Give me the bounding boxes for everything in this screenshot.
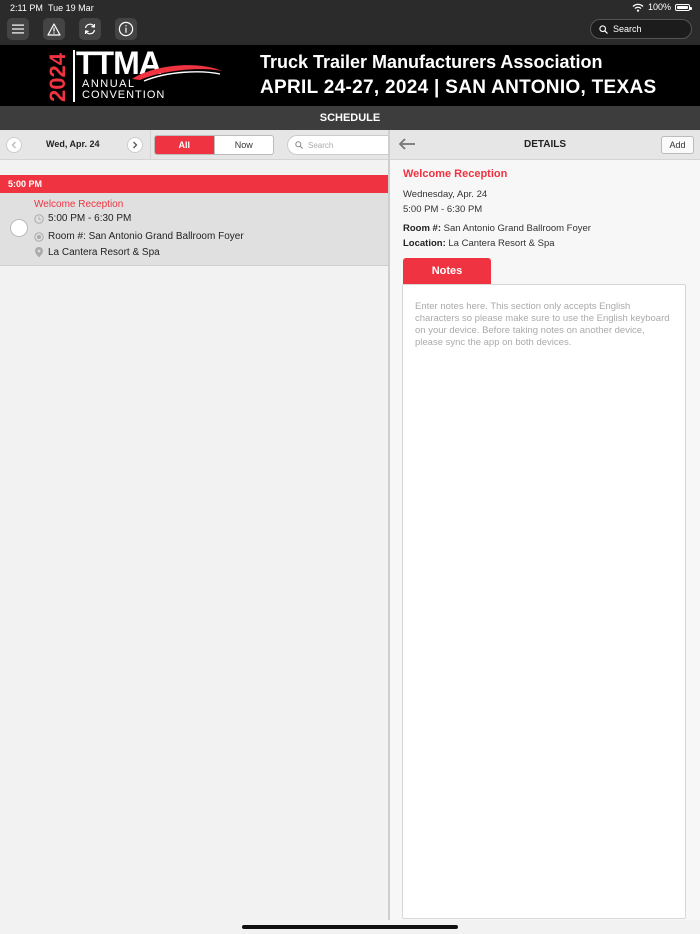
room-icon [34,231,44,242]
detail-location-label: Location: [403,238,446,249]
notes-placeholder: Enter notes here. This section only acce… [415,301,670,348]
event-location: La Cantera Resort & Spa [48,247,160,258]
convention-dates: APRIL 24-27, 2024 | SAN ANTONIO, TEXAS [260,77,657,98]
next-day-button[interactable] [127,137,143,153]
schedule-filter-bar: Wed, Apr. 24 All Now Search [0,130,388,160]
status-time: 2:11 PM [10,3,43,13]
convention-label: CONVENTION [82,89,166,101]
battery-icon [675,3,692,11]
battery-percent: 100% [647,2,671,12]
app-root: 2:11 PM Tue 19 Mar 100% Search 2024 TTMA… [0,0,700,934]
alert-icon [47,22,61,36]
menu-button[interactable] [7,18,29,40]
convention-banner: 2024 TTMA ANNUAL CONVENTION Truck Traile… [0,45,700,106]
info-icon [118,21,134,37]
status-date: Tue 19 Mar [48,3,94,13]
event-title: Welcome Reception [34,199,124,210]
details-header: DETAILS Add [390,130,700,160]
top-bar: 2:11 PM Tue 19 Mar 100% Search [0,0,700,45]
prev-day-button[interactable] [6,137,22,153]
logo-swoosh [132,65,222,82]
schedule-search-placeholder: Search [308,140,334,150]
year-mark: 2024 [47,52,69,102]
current-day-label: Wed, Apr. 24 [46,139,100,149]
time-filter-segmented: All Now [154,135,274,155]
search-icon [295,141,303,149]
sync-icon [84,23,96,35]
add-button[interactable]: Add [661,136,694,154]
association-name: Truck Trailer Manufacturers Association [260,52,603,72]
menu-icon [12,24,24,34]
detail-room-value: San Antonio Grand Ballroom Foyer [443,223,591,234]
alerts-button[interactable] [43,18,65,40]
detail-time: 5:00 PM - 6:30 PM [403,204,483,215]
time-section-header: 5:00 PM [0,175,388,193]
detail-location: Location: La Cantera Resort & Spa [403,238,555,249]
wifi-icon [632,3,644,12]
event-room-row: Room #: San Antonio Grand Ballroom Foyer [34,231,244,242]
detail-room: Room #: San Antonio Grand Ballroom Foyer [403,223,591,234]
sync-button[interactable] [79,18,101,40]
detail-event-title: Welcome Reception [403,168,508,180]
location-pin-icon [35,247,43,258]
notes-tab[interactable]: Notes [403,258,491,284]
page-title: SCHEDULE [0,106,700,130]
schedule-search-input[interactable]: Search [287,135,388,155]
schedule-event-row[interactable]: Welcome Reception 5:00 PM - 6:30 PM Room… [0,193,388,266]
schedule-pane: Wed, Apr. 24 All Now Search 5:00 PM Welc… [0,130,388,920]
search-icon [599,24,608,34]
info-button[interactable] [115,18,137,40]
svg-text:2024: 2024 [47,52,69,102]
chevron-left-icon [11,141,16,149]
top-search-input[interactable]: Search [590,19,692,39]
detail-location-value: La Cantera Resort & Spa [448,238,555,249]
event-select-radio[interactable] [10,219,28,237]
notes-textarea[interactable]: Enter notes here. This section only acce… [402,284,686,919]
home-indicator[interactable] [242,925,458,929]
event-time: 5:00 PM - 6:30 PM [48,213,132,224]
detail-room-label: Room #: [403,223,441,234]
event-location-row: La Cantera Resort & Spa [34,247,160,258]
top-search-placeholder: Search [613,24,642,34]
clock-icon [34,213,44,224]
detail-date: Wednesday, Apr. 24 [403,189,488,200]
logo-divider [73,50,75,102]
filter-divider [150,130,151,160]
filter-all-tab[interactable]: All [155,136,214,154]
filter-now-tab[interactable]: Now [213,136,274,154]
details-pane: DETAILS Add Welcome Reception Wednesday,… [390,130,700,920]
status-right: 100% [632,2,692,12]
details-title: DETAILS [523,139,567,150]
event-room: Room #: San Antonio Grand Ballroom Foyer [48,231,244,242]
event-time-row: 5:00 PM - 6:30 PM [34,213,131,224]
chevron-right-icon [133,141,138,149]
